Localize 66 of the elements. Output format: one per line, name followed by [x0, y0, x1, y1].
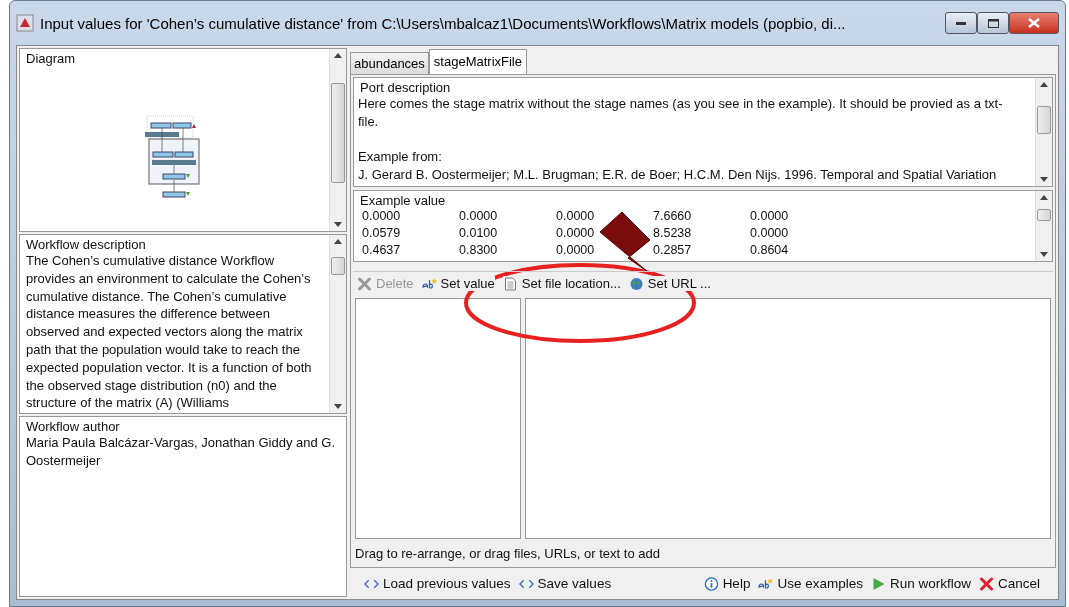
- scrollbar-thumb[interactable]: [1037, 106, 1051, 134]
- text-edit-icon: [421, 276, 437, 291]
- dialog-button[interactable]: Run workflow: [870, 576, 971, 591]
- dialog-button[interactable]: Load previous values: [364, 576, 511, 591]
- toolbar-button[interactable]: Set file location...: [502, 276, 621, 291]
- description-text: Here comes the stage matrix without the stage names (as you see in the example). It should be provied as a txt-file.: [358, 95, 1004, 131]
- value-cell-text: 0.0000: [556, 225, 596, 242]
- panel-title: Diagram: [25, 51, 77, 66]
- description-text: Example from:: [358, 148, 443, 167]
- scroll-up-icon[interactable]: [1040, 195, 1048, 200]
- minimize-icon: [956, 21, 966, 25]
- dialog-button[interactable]: Use examples: [758, 576, 863, 591]
- value-cell-text: 0.8604: [750, 242, 790, 259]
- scroll-down-icon[interactable]: [334, 404, 342, 409]
- value-cell-text: 0.0000: [459, 208, 499, 225]
- tab[interactable]: stageMatrixFile: [428, 49, 527, 74]
- value-cell-text: 0.0000: [750, 225, 790, 242]
- value-cell-text: 7.6660: [653, 208, 693, 225]
- text-edit-icon: [758, 576, 774, 591]
- toolbar-button[interactable]: Set URL ...: [628, 276, 711, 291]
- close-icon: [1028, 18, 1040, 28]
- scroll-up-icon[interactable]: [334, 239, 342, 244]
- panel-title: Port description: [359, 80, 452, 95]
- value-cell-text: 0.8300: [459, 242, 499, 259]
- scroll-up-icon[interactable]: [334, 53, 342, 58]
- panel-title: Workflow author: [25, 419, 121, 434]
- globe-icon: [628, 276, 644, 291]
- minimize-button[interactable]: [945, 12, 977, 34]
- document-icon: [502, 276, 518, 291]
- value-cell-text: 8.5238: [653, 225, 693, 242]
- info-icon: [703, 576, 719, 591]
- dialog-button[interactable]: Help: [703, 576, 751, 591]
- value-cell-text: 0.0579: [362, 225, 402, 242]
- scroll-down-icon[interactable]: [1040, 177, 1048, 182]
- app-icon: [16, 14, 34, 32]
- toolbar-button[interactable]: Set value: [421, 276, 495, 291]
- scroll-up-icon[interactable]: [1040, 82, 1048, 87]
- close-button[interactable]: [1009, 12, 1059, 34]
- panel-title: Example value: [359, 193, 447, 208]
- value-cell-text: 0.4637: [362, 242, 402, 259]
- description-text: The Cohen’s cumulative distance Workflow provides an environment to calculate the Cohen’s cumulative distance. The Cohen’s cumulative distance measures the difference between observed and expected vectors along the matrix path that the population would take to reach the expected population vector. It is a function of both the observed stage distribution (n0) and the structure of the matrix (A) (Williams: [25, 252, 313, 413]
- scrollbar-thumb[interactable]: [1037, 209, 1051, 221]
- scroll-down-icon[interactable]: [334, 222, 342, 227]
- value-cell-text: 0.2857: [653, 242, 693, 259]
- value-cell-text: 0.0000: [362, 208, 402, 225]
- close-icon: [357, 276, 372, 291]
- scrollbar-thumb[interactable]: [331, 83, 345, 183]
- value-cell-text: 0.0100: [459, 225, 499, 242]
- value-cell-text: 0.0000: [556, 242, 596, 259]
- window-title: Input values for 'Cohen’s cumulative distance' from C:\Users\mbalcaz1\Documents\Workflows\Matrix models (popbio, di...: [40, 14, 847, 32]
- close-icon: [978, 576, 994, 591]
- description-text: J. Gerard B. Oostermeijer; M.L. Brugman; E.R. de Boer; H.C.M. Den Nijs. 1996. Temporal and Spatial Variation: [358, 166, 998, 184]
- maximize-button[interactable]: [977, 12, 1009, 34]
- dialog-button[interactable]: Save values: [518, 576, 612, 591]
- value-cell-text: 0.0000: [750, 208, 790, 225]
- list-panel[interactable]: [355, 298, 521, 539]
- annotation-arrow: [599, 211, 651, 273]
- hint-text: Drag to re-arrange, or drag files, URLs, or text to add: [354, 545, 661, 563]
- dialog-button[interactable]: Cancel: [978, 576, 1040, 591]
- panel-title: Workflow description: [25, 237, 147, 252]
- scroll-down-icon[interactable]: [1040, 252, 1048, 257]
- author-text: Maria Paula Balcázar-Vargas, Jonathan Giddy and G. Oostermeijer: [25, 434, 337, 470]
- value-cell-text: 0.0000: [556, 208, 596, 225]
- tab[interactable]: abundances: [350, 52, 429, 74]
- maximize-icon: [987, 18, 999, 28]
- scrollbar-thumb[interactable]: [331, 257, 345, 275]
